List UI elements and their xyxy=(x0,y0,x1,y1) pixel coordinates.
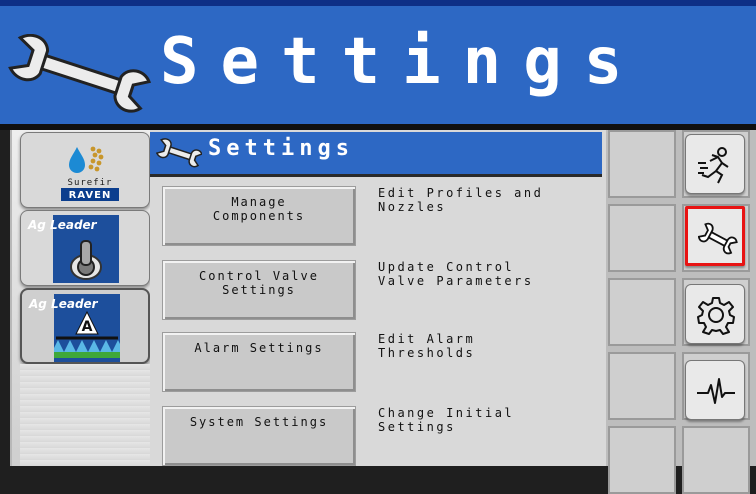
settings-mode-button[interactable] xyxy=(685,206,745,266)
page-title: Settings xyxy=(160,25,645,99)
settings-title: Settings xyxy=(208,136,354,161)
configuration-button[interactable] xyxy=(685,284,745,344)
settings-content-panel: Settings Manage Components Edit Profiles… xyxy=(150,130,606,466)
module-tile-raven[interactable]: Surefir RAVEN xyxy=(20,132,150,208)
wrench-icon xyxy=(8,34,152,113)
header-bar: Settings xyxy=(0,0,756,124)
control-valve-settings-description: Update Control Valve Parameters xyxy=(378,260,534,288)
empty-grid-cell xyxy=(682,426,750,494)
ag-leader-logo-box: Ag Leader xyxy=(28,215,119,283)
gear-icon xyxy=(697,297,735,335)
raven-surefire-logo: Surefir RAVEN xyxy=(61,146,119,201)
wrench-icon xyxy=(698,222,738,255)
manage-components-button[interactable]: Manage Components xyxy=(162,186,356,246)
run-mode-button[interactable] xyxy=(685,134,745,194)
empty-grid-cell xyxy=(608,130,676,198)
control-valve-settings-button[interactable]: Control Valve Settings xyxy=(162,260,356,320)
empty-module-area xyxy=(20,364,150,466)
sprayer-letter: A xyxy=(82,319,93,335)
settings-titlebar: Settings xyxy=(150,132,602,177)
toggle-switch-icon xyxy=(70,240,102,280)
alarm-settings-description: Edit Alarm Thresholds xyxy=(378,332,476,360)
waveform-icon xyxy=(697,378,735,404)
module-panel: Surefir RAVEN Ag Leader Ag Leader A xyxy=(10,130,152,466)
side-button-column xyxy=(606,130,756,494)
alarm-settings-button[interactable]: Alarm Settings xyxy=(162,332,356,392)
system-settings-button[interactable]: System Settings xyxy=(162,406,356,466)
running-person-icon xyxy=(698,147,729,184)
ag-leader-logo-box: Ag Leader A xyxy=(29,294,120,362)
raven-brand-text: RAVEN xyxy=(69,190,112,201)
system-settings-description: Change Initial Settings xyxy=(378,406,515,434)
diagnostics-button[interactable] xyxy=(685,360,745,420)
wrench-icon xyxy=(156,138,202,168)
empty-grid-cell xyxy=(608,352,676,420)
raven-surefire-text: Surefir xyxy=(68,178,113,188)
module-tile-ag-leader-sprayer[interactable]: Ag Leader A xyxy=(20,288,150,364)
empty-grid-cell xyxy=(608,278,676,346)
sprayer-boom-icon: A xyxy=(54,310,120,358)
empty-grid-cell xyxy=(608,426,676,494)
module-tile-ag-leader-switch[interactable]: Ag Leader xyxy=(20,210,150,286)
manage-components-description: Edit Profiles and Nozzles xyxy=(378,186,544,214)
empty-grid-cell xyxy=(608,204,676,272)
